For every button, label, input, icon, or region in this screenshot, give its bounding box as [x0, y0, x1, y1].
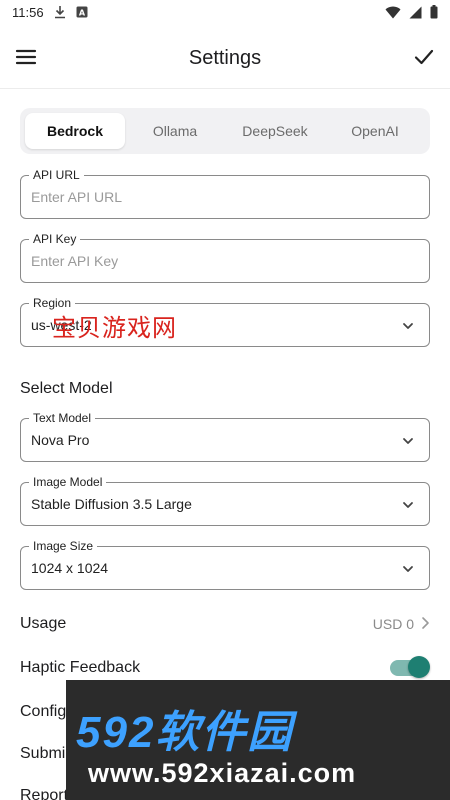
api-url-input[interactable]	[31, 176, 389, 218]
chevron-down-icon	[401, 434, 415, 448]
select-model-heading: Select Model	[20, 380, 113, 397]
usage-row[interactable]: Usage USD 0	[20, 610, 430, 638]
api-key-input[interactable]	[31, 240, 389, 282]
app-bar-divider	[0, 88, 450, 89]
svg-text:A: A	[78, 9, 85, 18]
chevron-down-icon	[401, 498, 415, 512]
api-key-field: API Key	[20, 231, 430, 283]
chevron-down-icon	[401, 319, 415, 333]
haptic-feedback-label: Haptic Feedback	[20, 659, 141, 676]
text-model-select[interactable]: Text Model Nova Pro	[20, 410, 430, 462]
notification-a-icon: A	[76, 6, 88, 18]
app-bar: Settings	[0, 30, 450, 86]
report-label: Report	[20, 787, 69, 800]
image-size-value: 1024 x 1024	[31, 560, 109, 576]
haptic-feedback-toggle[interactable]	[390, 656, 430, 678]
provider-tabs: Bedrock Ollama DeepSeek OpenAI	[20, 108, 430, 154]
battery-icon	[430, 5, 438, 19]
toggle-knob	[408, 656, 430, 678]
status-bar: 11:56 A	[0, 0, 450, 24]
submit-label: Submi	[20, 745, 66, 762]
tab-openai[interactable]: OpenAI	[325, 113, 425, 149]
check-icon[interactable]	[412, 45, 436, 69]
download-icon	[54, 5, 66, 19]
usage-value: USD 0	[372, 616, 414, 632]
watermark-url: www.592xiazai.com	[88, 758, 357, 788]
text-model-value: Nova Pro	[31, 432, 90, 448]
cellular-icon	[409, 6, 422, 19]
menu-icon[interactable]	[14, 45, 38, 69]
config-label: Config	[20, 703, 67, 720]
tab-bedrock[interactable]: Bedrock	[25, 113, 125, 149]
usage-label: Usage	[20, 615, 67, 632]
watermark-banner: 592软件园 www.592xiazai.com	[66, 680, 450, 800]
image-model-select[interactable]: Image Model Stable Diffusion 3.5 Large	[20, 474, 430, 526]
page-title: Settings	[188, 46, 262, 69]
tab-ollama[interactable]: Ollama	[125, 113, 225, 149]
haptic-feedback-row: Haptic Feedback	[20, 654, 430, 682]
chevron-down-icon	[401, 562, 415, 576]
image-model-value: Stable Diffusion 3.5 Large	[31, 496, 192, 512]
wifi-icon	[385, 6, 401, 19]
chevron-right-icon	[420, 616, 430, 633]
tab-deepseek[interactable]: DeepSeek	[225, 113, 325, 149]
image-size-select[interactable]: Image Size 1024 x 1024	[20, 538, 430, 590]
api-url-field: API URL	[20, 167, 430, 219]
status-time: 11:56	[12, 4, 44, 20]
watermark-text: 宝贝游戏网	[52, 314, 177, 342]
watermark-logo-text: 592软件园	[76, 708, 294, 757]
